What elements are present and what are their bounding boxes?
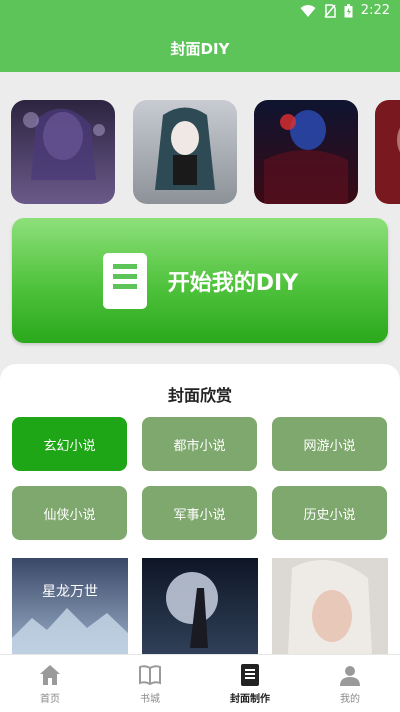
home-icon bbox=[40, 664, 60, 685]
status-time: 2:22 bbox=[360, 3, 390, 18]
category-junshi[interactable]: 军事小说 bbox=[142, 486, 257, 540]
page-title: 封面DIY bbox=[170, 39, 230, 58]
cover-carousel[interactable] bbox=[0, 100, 400, 208]
tab-profile[interactable]: 我的 bbox=[300, 655, 400, 712]
battery-icon bbox=[344, 3, 353, 17]
gallery-image[interactable]: 星龙万世 bbox=[12, 558, 128, 654]
cover-thumbnail[interactable] bbox=[254, 100, 358, 204]
gallery-cover-image bbox=[142, 558, 258, 654]
bottom-tab-bar: 首页 书城 封面制作 我的 bbox=[0, 654, 400, 712]
tab-label: 首页 bbox=[40, 693, 60, 705]
status-icons: 2:22 bbox=[300, 3, 390, 18]
category-wangyou[interactable]: 网游小说 bbox=[272, 417, 387, 471]
tab-cover-make[interactable]: 封面制作 bbox=[200, 655, 300, 712]
cover-image bbox=[254, 100, 358, 204]
cover-image bbox=[133, 100, 237, 204]
category-xuanhuan[interactable]: 玄幻小说 bbox=[12, 417, 127, 471]
gallery-image[interactable] bbox=[142, 558, 258, 654]
gallery-title: 封面欣赏 bbox=[167, 386, 232, 405]
start-diy-button[interactable]: 开始我的DIY bbox=[12, 218, 388, 343]
cover-thumbnail[interactable] bbox=[375, 100, 400, 204]
cover-thumbnail[interactable] bbox=[11, 100, 115, 204]
profile-icon bbox=[340, 665, 360, 686]
cover-gallery-panel: 封面欣赏 玄幻小说 都市小说 网游小说 仙侠小说 军事小说 历史小说 星龙万世 bbox=[0, 364, 400, 654]
tab-label: 书城 bbox=[140, 693, 160, 705]
book-icon bbox=[139, 664, 161, 685]
category-xianxia[interactable]: 仙侠小说 bbox=[12, 486, 127, 540]
document-icon bbox=[102, 252, 147, 309]
gallery-image[interactable] bbox=[272, 558, 388, 654]
wifi-icon bbox=[300, 4, 316, 17]
tab-bookstore[interactable]: 书城 bbox=[100, 655, 200, 712]
cover-image bbox=[375, 100, 400, 204]
gallery-cover-image bbox=[272, 558, 388, 654]
start-diy-label: 开始我的DIY bbox=[167, 270, 299, 296]
app-bar: 封面DIY bbox=[0, 24, 400, 72]
cover-make-icon bbox=[241, 663, 259, 686]
tab-label: 我的 bbox=[340, 693, 360, 705]
no-sim-icon bbox=[324, 3, 336, 18]
category-dushi[interactable]: 都市小说 bbox=[142, 417, 257, 471]
tab-label: 封面制作 bbox=[230, 693, 270, 705]
gallery-caption: 星龙万世 bbox=[42, 584, 98, 600]
status-bar: 2:22 bbox=[0, 0, 400, 24]
tab-home[interactable]: 首页 bbox=[0, 655, 100, 712]
cover-image bbox=[11, 100, 115, 204]
cover-thumbnail[interactable] bbox=[133, 100, 237, 204]
gallery-cover-image: 星龙万世 bbox=[12, 558, 128, 654]
category-lishi[interactable]: 历史小说 bbox=[272, 486, 387, 540]
